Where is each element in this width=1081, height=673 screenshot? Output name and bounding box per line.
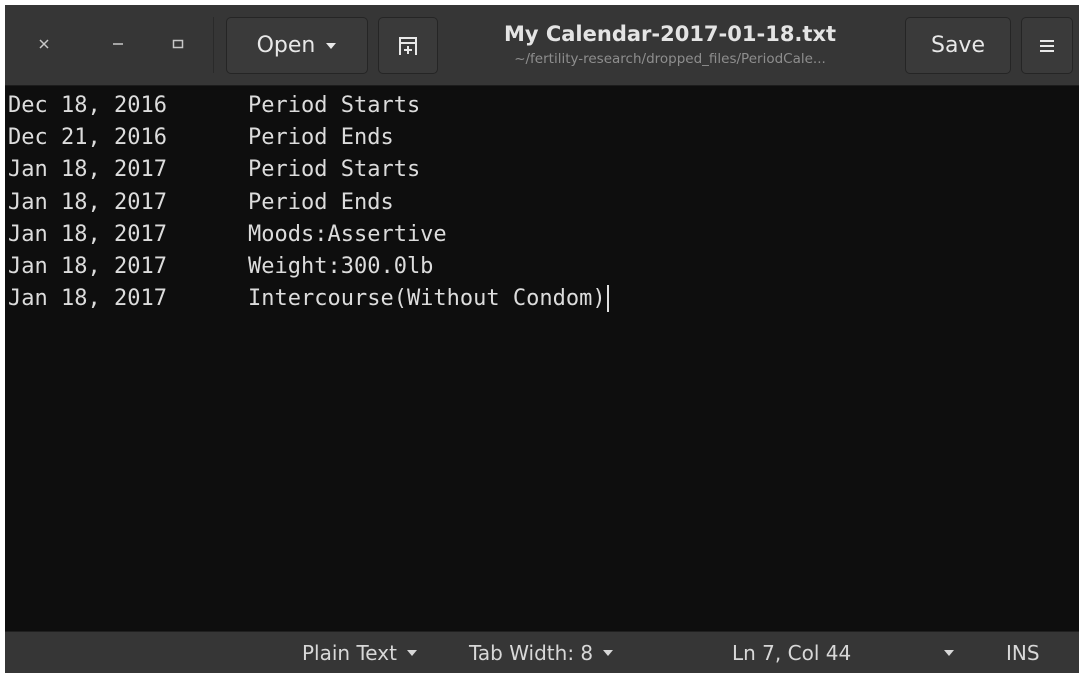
open-button-label: Open xyxy=(256,33,316,58)
tab-width-dropdown-caret xyxy=(602,649,614,657)
line-date: Jan 18, 2017 xyxy=(8,157,167,183)
minimize-icon xyxy=(113,43,123,45)
window-title-block: My Calendar-2017-01-18.txt ~/fertility-r… xyxy=(445,19,895,69)
new-tab-button[interactable] xyxy=(378,17,438,74)
tab-width-label: Tab Width: 8 xyxy=(469,640,594,665)
position-dropdown-button[interactable] xyxy=(943,632,955,673)
window-title: My Calendar-2017-01-18.txt xyxy=(503,22,837,46)
chevron-down-icon xyxy=(603,649,614,656)
cursor-position[interactable]: Ln 7, Col 44 xyxy=(732,632,851,673)
text-line: Jan 18, 2017 Period Ends xyxy=(5,187,1079,219)
text-line: Jan 18, 2017 Weight:300.0lb xyxy=(5,251,1079,283)
menu-button[interactable] xyxy=(1021,17,1073,74)
save-button[interactable]: Save xyxy=(905,17,1011,74)
text-cursor xyxy=(606,285,609,313)
line-date: Jan 18, 2017 xyxy=(8,221,167,247)
close-icon xyxy=(39,39,49,49)
line-text: Period Starts xyxy=(248,93,421,118)
language-dropdown-caret xyxy=(406,649,418,657)
close-window-button[interactable] xyxy=(27,27,61,61)
chevron-down-icon xyxy=(326,42,337,49)
line-text: Period Starts xyxy=(248,157,421,183)
minimize-window-button[interactable] xyxy=(101,27,135,61)
hamburger-menu-icon xyxy=(1040,39,1054,52)
language-label: Plain Text xyxy=(302,640,397,665)
line-text: Period Ends xyxy=(248,189,394,215)
line-text: Weight:300.0lb xyxy=(248,253,434,279)
window-subtitle: ~/fertility-research/dropped_files/Perio… xyxy=(514,51,826,67)
open-button[interactable]: Open xyxy=(226,17,368,74)
text-line: Jan 18, 2017 Moods:Assertive xyxy=(5,219,1079,251)
save-button-label: Save xyxy=(930,33,985,58)
language-selector[interactable]: Plain Text xyxy=(302,632,418,673)
line-date: Dec 18, 2016 xyxy=(8,93,167,118)
tab-width-selector[interactable]: Tab Width: 8 xyxy=(469,632,614,673)
line-date: Jan 18, 2017 xyxy=(8,253,167,279)
line-text: Period Ends xyxy=(248,125,394,151)
text-editor-area[interactable]: Dec 18, 2016 Period Starts Dec 21, 2016 … xyxy=(5,86,1079,631)
text-line: Dec 18, 2016 Period Starts xyxy=(5,90,1079,122)
chevron-down-icon xyxy=(944,649,954,656)
line-text: Intercourse(Without Condom) xyxy=(248,286,606,312)
line-date: Dec 21, 2016 xyxy=(8,125,167,151)
text-line: Jan 18, 2017 Period Starts xyxy=(5,154,1079,186)
maximize-window-button[interactable] xyxy=(161,27,195,61)
text-line: Jan 18, 2017 Intercourse(Without Condom) xyxy=(5,283,1079,315)
header-separator xyxy=(213,17,214,73)
cursor-position-label: Ln 7, Col 44 xyxy=(732,640,852,665)
line-date: Jan 18, 2017 xyxy=(8,189,167,215)
header-bar: Open My Calendar-2017-01-18.txt ~/fertil… xyxy=(5,5,1079,86)
line-date: Jan 18, 2017 xyxy=(8,286,167,312)
gedit-window: Open My Calendar-2017-01-18.txt ~/fertil… xyxy=(5,5,1079,673)
open-dropdown-caret xyxy=(325,42,337,50)
text-line: Dec 21, 2016 Period Ends xyxy=(5,122,1079,154)
line-text: Moods:Assertive xyxy=(248,221,447,247)
status-bar: Plain Text Tab Width: 8 Ln 7, Col 44 INS xyxy=(5,631,1079,673)
insert-mode-indicator[interactable]: INS xyxy=(1006,632,1040,673)
maximize-icon xyxy=(172,39,184,49)
chevron-down-icon xyxy=(406,649,417,656)
new-document-icon xyxy=(399,36,417,55)
insert-mode-label: INS xyxy=(1006,640,1040,665)
